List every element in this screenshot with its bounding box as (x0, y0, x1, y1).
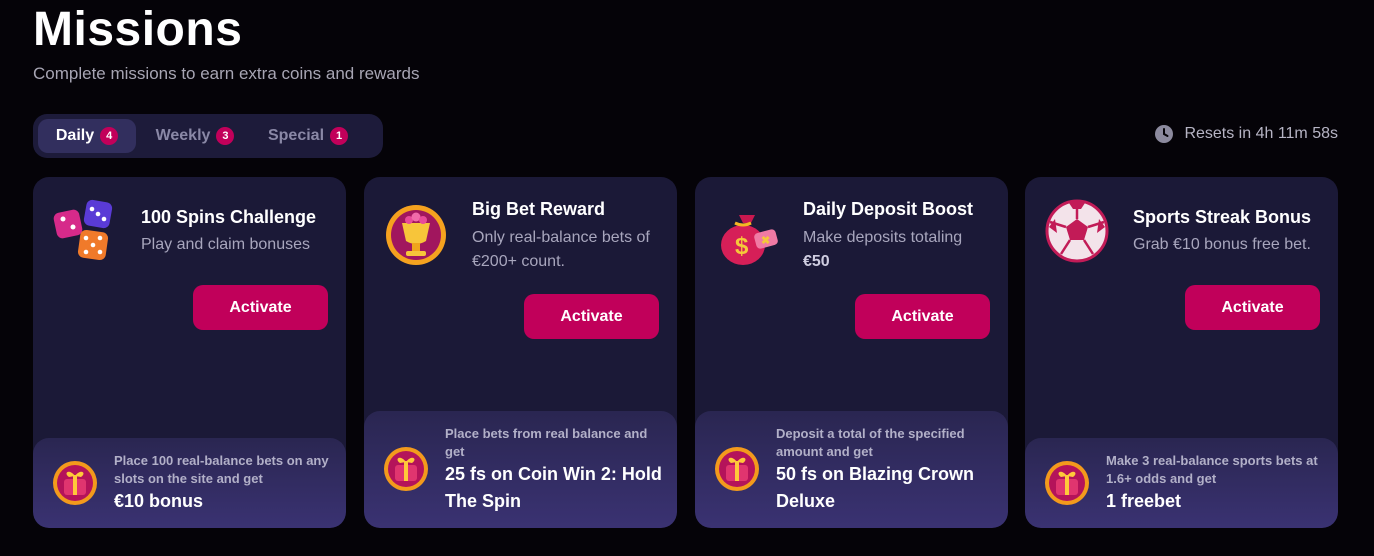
mission-desc-text: Play and claim bonuses (141, 236, 310, 253)
mission-reward: Deposit a total of the specified amount … (695, 411, 1008, 528)
tab-count-badge: 4 (100, 127, 119, 145)
activate-button[interactable]: Activate (193, 285, 328, 330)
reward-value: 25 fs on Coin Win 2: Hold The Spin (445, 464, 662, 511)
mission-card: $ ✖ Daily Deposit Boost Make deposits to… (695, 177, 1008, 528)
page-subtitle: Complete missions to earn extra coins an… (33, 64, 420, 83)
trophy-cup-icon (386, 205, 446, 265)
mission-card: 100 Spins Challenge Play and claim bonus… (33, 177, 346, 528)
mission-desc-text: Grab €10 bonus free bet. (1133, 236, 1311, 253)
tab-label: Weekly (155, 127, 211, 144)
gift-box-icon (715, 447, 759, 491)
svg-text:$: $ (735, 233, 749, 260)
tab-daily[interactable]: Daily 4 (38, 119, 136, 153)
gift-box-icon (1045, 461, 1089, 505)
mission-desc-text: Make deposits totaling (803, 229, 963, 246)
reset-timer: Resets in 4h 11m 58s (1154, 124, 1338, 144)
mission-desc-text: Only real-balance bets of €200+ count. (472, 229, 650, 270)
dice-icon (53, 199, 113, 261)
reward-value: 1 freebet (1106, 491, 1182, 511)
money-bag-icon: $ ✖ (721, 215, 778, 265)
reward-description: Make 3 real-balance sports bets at 1.6+ … (1106, 453, 1318, 486)
mission-description: Make deposits totaling €50 (803, 226, 998, 274)
activate-button[interactable]: Activate (524, 294, 659, 339)
mission-tabs: Daily 4 Weekly 3 Special 1 (33, 114, 383, 158)
mission-title: 100 Spins Challenge (141, 207, 317, 227)
mission-desc-amount: €50 (803, 253, 830, 270)
mission-title: Sports Streak Bonus (1133, 207, 1312, 227)
activate-button[interactable]: Activate (1185, 285, 1320, 330)
mission-description: Play and claim bonuses (141, 233, 336, 257)
reward-value: 50 fs on Blazing Crown Deluxe (776, 464, 975, 511)
soccer-ball-icon (1045, 199, 1109, 263)
mission-card: Big Bet Reward Only real-balance bets of… (364, 177, 677, 528)
mission-title: Daily Deposit Boost (803, 199, 974, 219)
reset-text: Resets in 4h 11m 58s (1184, 125, 1338, 142)
mission-reward: Make 3 real-balance sports bets at 1.6+ … (1025, 438, 1338, 528)
tab-label: Daily (55, 127, 95, 144)
clock-icon (1155, 125, 1174, 143)
mission-reward: Place 100 real-balance bets on any slots… (33, 438, 346, 528)
activate-button[interactable]: Activate (855, 294, 990, 339)
mission-card: Sports Streak Bonus Grab €10 bonus free … (1025, 177, 1338, 528)
tab-count-badge: 3 (216, 127, 235, 145)
tab-label: Special (267, 127, 325, 144)
svg-text:✖: ✖ (761, 235, 770, 247)
page-title: Missions (33, 3, 243, 56)
reward-description: Deposit a total of the specified amount … (776, 426, 965, 459)
tab-special[interactable]: Special 1 (254, 119, 362, 153)
reward-value: €10 bonus (114, 491, 204, 511)
reward-description: Place 100 real-balance bets on any slots… (114, 453, 329, 486)
tab-weekly[interactable]: Weekly 3 (136, 119, 254, 153)
gift-box-icon (53, 461, 97, 505)
mission-description: Only real-balance bets of €200+ count. (472, 226, 667, 274)
mission-title: Big Bet Reward (472, 199, 606, 219)
reward-description: Place bets from real balance and get (445, 426, 648, 459)
mission-description: Grab €10 bonus free bet. (1133, 233, 1328, 257)
tab-count-badge: 1 (330, 127, 349, 145)
gift-box-icon (384, 447, 428, 491)
mission-reward: Place bets from real balance and get 25 … (364, 411, 677, 528)
